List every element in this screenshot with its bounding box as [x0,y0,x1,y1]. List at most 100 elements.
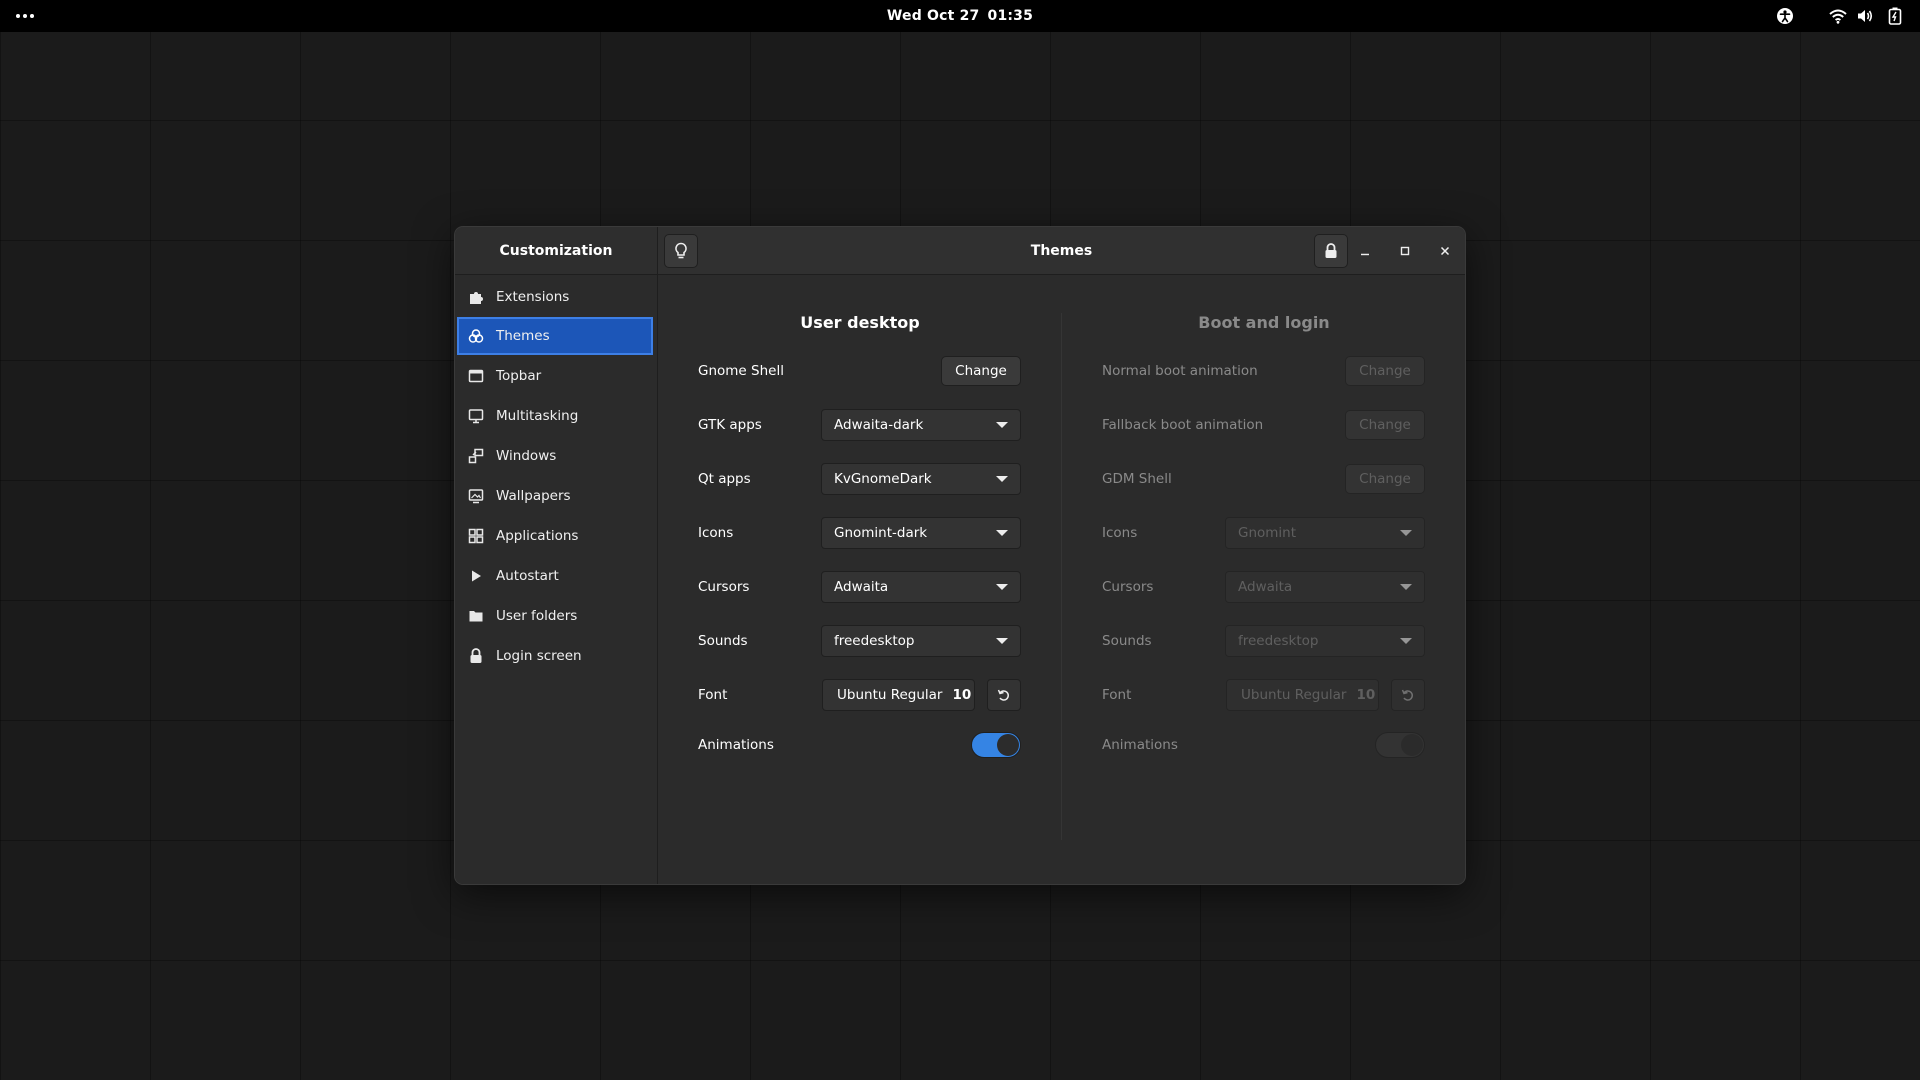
sounds-label: Sounds [698,633,748,649]
sidebar-item-label: Wallpapers [496,488,571,504]
login-font-name: Ubuntu Regular [1241,687,1347,703]
login-icons-dropdown[interactable]: Gnomint [1225,517,1425,549]
header-bar: Themes [658,227,1465,275]
normal-boot-change-button[interactable]: Change [1345,356,1425,386]
sidebar-item-wallpapers[interactable]: Wallpapers [457,477,653,515]
chevron-down-icon [996,638,1008,644]
sidebar-item-user-folders[interactable]: User folders [457,597,653,635]
close-button[interactable] [1433,239,1457,263]
puzzle-icon [467,288,485,306]
sidebar-item-autostart[interactable]: Autostart [457,557,653,595]
cursors-dropdown[interactable]: Adwaita [821,571,1021,603]
gdm-shell-change-button[interactable]: Change [1345,464,1425,494]
login-font-chooser-button[interactable]: Ubuntu Regular 10 [1226,679,1379,711]
sidebar-title: Customization [499,242,613,259]
gdm-shell-label: GDM Shell [1102,471,1172,487]
wifi-icon[interactable] [1828,6,1848,26]
folder-icon [467,607,485,625]
sidebar-item-label: Topbar [496,368,542,384]
palette-icon [467,327,485,345]
chevron-down-icon [1400,638,1412,644]
icons-value: Gnomint-dark [834,525,928,541]
animations-label: Animations [698,737,774,753]
sidebar-item-label: Extensions [496,289,570,305]
battery-icon[interactable] [1885,6,1905,26]
gnome-shell-label: Gnome Shell [698,363,784,379]
font-label: Font [698,687,728,703]
wallpaper-icon [467,487,485,505]
sidebar-header: Customization [455,227,657,275]
sidebar-item-label: Multitasking [496,408,579,424]
sidebar-item-label: Applications [496,528,579,544]
clock[interactable]: Wed Oct 27 01:35 [840,0,1080,32]
chevron-down-icon [996,584,1008,590]
login-cursors-label: Cursors [1102,579,1154,595]
login-animations-label: Animations [1102,737,1178,753]
clock-date: Wed Oct 27 [886,8,980,24]
column-divider [1061,313,1062,840]
themes-page: User desktop Gnome Shell Change GTK apps… [658,275,1465,884]
page-title-text: Themes [1030,242,1093,259]
login-sounds-value: freedesktop [1238,633,1319,649]
sounds-dropdown[interactable]: freedesktop [821,625,1021,657]
sidebar-item-label: User folders [496,608,578,624]
gtk-apps-dropdown[interactable]: Adwaita-dark [821,409,1021,441]
font-reset-button[interactable] [987,679,1021,711]
font-chooser-button[interactable]: Ubuntu Regular 10 [822,679,975,711]
switch-knob [1401,734,1423,756]
lock-button[interactable] [1314,234,1348,268]
animations-switch[interactable] [971,732,1021,758]
fallback-boot-change-button[interactable]: Change [1345,410,1425,440]
login-sounds-label: Sounds [1102,633,1152,649]
login-animations-switch[interactable] [1375,732,1425,758]
gtk-apps-value: Adwaita-dark [834,417,924,433]
login-cursors-dropdown[interactable]: Adwaita [1225,571,1425,603]
font-size: 10 [952,687,972,703]
minimize-button[interactable] [1353,239,1377,263]
activities-dots-icon[interactable] [16,0,34,32]
normal-boot-animation-label: Normal boot animation [1102,363,1258,379]
login-font-label: Font [1102,687,1132,703]
icons-dropdown[interactable]: Gnomint-dark [821,517,1021,549]
page-title: Themes [912,227,1212,274]
gnome-shell-change-button[interactable]: Change [941,356,1021,386]
chevron-down-icon [996,530,1008,536]
sidebar-item-applications[interactable]: Applications [457,517,653,555]
undo-icon [1401,688,1415,702]
login-icons-label: Icons [1102,525,1138,541]
sidebar-item-label: Login screen [496,648,582,664]
undo-icon [997,688,1011,702]
login-sounds-dropdown[interactable]: freedesktop [1225,625,1425,657]
login-cursors-value: Adwaita [1238,579,1293,595]
topbar-icon [467,367,485,385]
qt-apps-dropdown[interactable]: KvGnomeDark [821,463,1021,495]
cursors-value: Adwaita [834,579,889,595]
maximize-button[interactable] [1393,239,1417,263]
windows-icon [467,447,485,465]
sidebar-item-label: Autostart [496,568,559,584]
cursors-label: Cursors [698,579,750,595]
icons-label: Icons [698,525,734,541]
sidebar-item-label: Themes [496,328,550,344]
monitor-icon [467,407,485,425]
top-bar: Wed Oct 27 01:35 [0,0,1920,32]
sidebar-item-themes[interactable]: Themes [457,317,653,355]
accessibility-icon[interactable] [1775,6,1795,26]
gtk-apps-label: GTK apps [698,417,762,433]
lightbulb-icon [674,242,688,260]
sidebar: Extensions Themes Topbar Multitasking Wi… [455,275,657,884]
sidebar-item-topbar[interactable]: Topbar [457,357,653,395]
chevron-down-icon [996,422,1008,428]
tips-button[interactable] [664,234,698,268]
sidebar-item-multitasking[interactable]: Multitasking [457,397,653,435]
volume-icon[interactable] [1855,6,1875,26]
sounds-value: freedesktop [834,633,915,649]
qt-apps-label: Qt apps [698,471,751,487]
sidebar-item-login-screen[interactable]: Login screen [457,637,653,675]
lock-icon [467,647,485,665]
sidebar-item-extensions[interactable]: Extensions [457,278,653,316]
sidebar-item-windows[interactable]: Windows [457,437,653,475]
login-icons-value: Gnomint [1238,525,1297,541]
login-font-reset-button[interactable] [1391,679,1425,711]
fallback-boot-animation-label: Fallback boot animation [1102,417,1264,433]
